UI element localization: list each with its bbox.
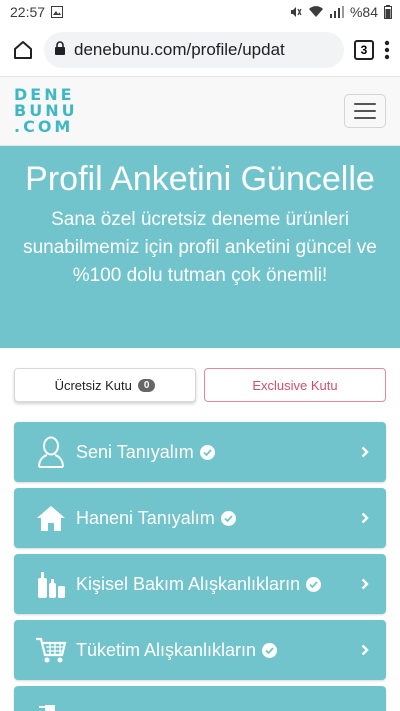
home-button[interactable] [12,39,34,61]
tab-exclusive-label: Exclusive Kutu [252,377,338,393]
check-circle-icon [199,444,215,460]
page-title: Profil Anketini Güncelle [25,160,375,198]
more-vert-icon [384,40,390,60]
status-time: 22:57 [10,4,46,20]
survey-item-kisisel-bakim[interactable]: Kişisel Bakım Alışkanlıkların [14,554,386,614]
chevron-right-icon [358,644,372,656]
survey-list: Seni Tanıyalım Haneni Tanıyalım Kişisel … [0,402,400,711]
hamburger-icon [354,110,376,112]
person-icon [34,435,68,469]
cart-icon [34,633,68,667]
check-circle-icon [306,576,322,592]
tab-exclusive-box[interactable]: Exclusive Kutu [204,368,386,402]
hero-banner: Profil Anketini Güncelle Sana özel ücret… [0,146,400,348]
survey-label-text: Tüketim Alışkanlıkların [76,639,257,660]
tab-count: 3 [354,40,374,60]
check-circle-icon [220,510,236,526]
address-bar[interactable]: denebunu.com/profile/updat [44,32,344,68]
survey-label-text: Haneni Tanıyalım [76,507,215,528]
tab-switcher-button[interactable]: 3 [354,40,374,60]
survey-item-partial[interactable] [14,686,386,711]
chevron-right-icon [358,512,372,524]
status-right: %84 [288,4,392,20]
box-tabs: Ücretsiz Kutu 0 Exclusive Kutu [0,348,400,402]
survey-label: Seni Tanıyalım [76,442,358,463]
survey-item-tuketim[interactable]: Tüketim Alışkanlıkların [14,620,386,680]
home-outline-icon [14,41,32,59]
hamburger-icon [354,117,376,119]
page-subtitle: Sana özel ücretsiz deneme ürünleri sunab… [23,209,377,286]
bottles-icon [34,567,68,601]
menu-toggle-button[interactable] [344,94,386,128]
survey-item-haneni-taniyalim[interactable]: Haneni Tanıyalım [14,488,386,548]
browser-toolbar: denebunu.com/profile/updat 3 [0,24,400,76]
battery-icon [384,5,392,19]
tab-free-box[interactable]: Ücretsiz Kutu 0 [14,368,196,402]
spray-icon [34,699,68,711]
logo-line-3: .COM [14,117,74,136]
survey-label: Kişisel Bakım Alışkanlıkların [76,574,358,595]
chevron-right-icon [358,578,372,590]
chevron-right-icon [358,446,372,458]
status-bar: 22:57 %84 [0,0,400,24]
lock-icon [54,40,66,60]
check-circle-icon [262,642,278,658]
signal-icon [329,6,344,18]
hamburger-icon [354,103,376,105]
home-icon [34,501,68,535]
survey-item-seni-taniyalim[interactable]: Seni Tanıyalım [14,422,386,482]
survey-label-text: Seni Tanıyalım [76,441,194,462]
status-left: 22:57 [10,4,64,20]
survey-label-text: Kişisel Bakım Alışkanlıkların [76,573,301,594]
tab-free-label: Ücretsiz Kutu [54,377,132,393]
survey-label: Haneni Tanıyalım [76,508,358,529]
survey-label: Tüketim Alışkanlıkların [76,640,358,661]
wifi-icon [308,6,324,18]
site-logo[interactable]: DENE BUNU .COM [14,87,78,135]
free-box-count-badge: 0 [137,378,156,392]
image-notification-icon [51,6,64,18]
site-header: DENE BUNU .COM [0,76,400,146]
url-text: denebunu.com/profile/updat [74,40,285,59]
battery-percent: %84 [349,4,378,20]
mute-icon [288,5,302,19]
browser-menu-button[interactable] [384,40,390,60]
